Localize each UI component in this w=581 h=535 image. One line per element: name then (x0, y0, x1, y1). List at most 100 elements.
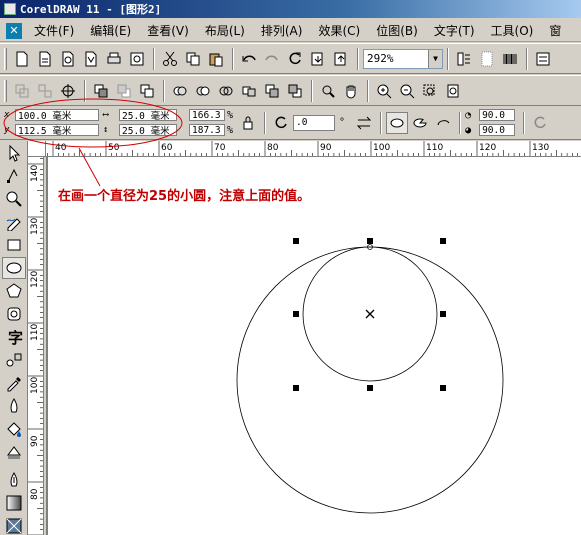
zoom-to-page-icon[interactable] (442, 80, 464, 102)
menu-layout[interactable]: 布局(L) (197, 22, 253, 39)
y-position-field[interactable]: 112.5 毫米 (15, 124, 99, 137)
menu-window[interactable]: 窗 (541, 22, 569, 39)
drawing-canvas[interactable]: 在画一个直径为25的小圆，注意上面的值。 (46, 157, 581, 535)
ellipse-tool-icon[interactable] (2, 257, 26, 279)
selection-handle-bottom[interactable] (367, 385, 373, 391)
open-icon[interactable] (57, 48, 79, 70)
pan-icon[interactable] (317, 80, 339, 102)
weld-icon[interactable] (169, 80, 191, 102)
ruler-corner[interactable] (28, 141, 46, 157)
interactive-blend-tool-icon[interactable] (2, 349, 26, 371)
interactive-fill-tool-icon[interactable] (2, 441, 26, 463)
mirror-icon[interactable] (353, 112, 375, 134)
intersect-icon[interactable] (215, 80, 237, 102)
print-preview-icon[interactable] (126, 48, 148, 70)
menu-arrange[interactable]: 排列(A) (253, 22, 311, 39)
zoom-to-selected-icon[interactable] (419, 80, 441, 102)
pattern-swatch-icon[interactable] (2, 515, 26, 535)
large-circle[interactable] (236, 246, 504, 514)
gradient-swatch-icon[interactable] (2, 492, 26, 514)
rectangle-tool-icon[interactable] (2, 234, 26, 256)
center-marker-icon[interactable] (365, 309, 375, 319)
zoom-out-icon[interactable] (396, 80, 418, 102)
scale-y-field[interactable]: 187.3 (189, 124, 225, 136)
export-icon[interactable] (330, 48, 352, 70)
redo-icon[interactable] (261, 48, 283, 70)
barcode-icon[interactable] (499, 48, 521, 70)
menu-bitmaps[interactable]: 位图(B) (368, 22, 426, 39)
import-icon[interactable] (307, 48, 329, 70)
selection-handle-bottom-right[interactable] (440, 385, 446, 391)
text-tool-icon[interactable]: 字 (2, 326, 26, 348)
application-launcher-icon[interactable] (453, 48, 475, 70)
menu-view[interactable]: 查看(V) (139, 22, 197, 39)
selection-handle-bottom-left[interactable] (293, 385, 299, 391)
menu-effects[interactable]: 效果(C) (310, 22, 368, 39)
vertical-ruler[interactable]: 140 130 120 110 100 90 80 (28, 157, 44, 535)
menu-tools[interactable]: 工具(O) (483, 22, 542, 39)
to-back-icon[interactable] (113, 80, 135, 102)
copy-icon[interactable] (182, 48, 204, 70)
end-angle-field[interactable]: 90.0 (479, 124, 516, 136)
selection-handle-left[interactable] (293, 311, 299, 317)
menu-edit[interactable]: 编辑(E) (82, 22, 139, 39)
lock-ratio-icon[interactable] (237, 112, 259, 134)
selection-handle-top-right[interactable] (440, 238, 446, 244)
menu-text[interactable]: 文字(T) (426, 22, 483, 39)
selection-handle-top-left[interactable] (293, 238, 299, 244)
toolbar-grip[interactable] (4, 47, 7, 70)
ruler-label: 40 (55, 143, 67, 153)
new-from-template-icon[interactable] (34, 48, 56, 70)
zoom-in-icon[interactable] (373, 80, 395, 102)
change-direction-icon[interactable] (529, 112, 551, 134)
scale-x-field[interactable]: 166.3 (189, 109, 225, 121)
zoom-level-select[interactable]: 292% ▼ (363, 48, 443, 69)
height-field[interactable]: 25.0 毫米 (119, 124, 177, 137)
toolbar-grip[interactable] (4, 79, 7, 102)
undo-icon[interactable] (238, 48, 260, 70)
chevron-down-icon[interactable]: ▼ (428, 49, 442, 68)
horizontal-ruler[interactable]: 40 50 60 70 80 90 100 110 120 130 (46, 141, 581, 157)
zoom-tool-icon[interactable] (2, 188, 26, 210)
options-icon[interactable] (532, 48, 554, 70)
start-angle-field[interactable]: 90.0 (479, 109, 516, 121)
ungroup-icon[interactable] (34, 80, 56, 102)
print-icon[interactable] (103, 48, 125, 70)
outline-tool-icon[interactable] (2, 395, 26, 417)
polygon-tool-icon[interactable] (2, 280, 26, 302)
front-minus-back-icon[interactable] (261, 80, 283, 102)
width-field[interactable]: 25.0 毫米 (119, 109, 177, 122)
arrange-toolbar (0, 75, 581, 106)
group-icon[interactable] (11, 80, 33, 102)
paste-icon[interactable] (205, 48, 227, 70)
simplify-icon[interactable] (238, 80, 260, 102)
new-icon[interactable] (11, 48, 33, 70)
fill-tool-icon[interactable] (2, 418, 26, 440)
pie-icon[interactable] (409, 112, 431, 134)
selection-handle-right[interactable] (440, 311, 446, 317)
x-position-field[interactable]: 100.0 毫米 (15, 109, 99, 122)
shape-tool-icon[interactable] (2, 165, 26, 187)
selection-handle-top[interactable] (367, 238, 373, 244)
pen-tool-icon[interactable] (2, 469, 26, 491)
cut-icon[interactable] (159, 48, 181, 70)
menu-file[interactable]: 文件(F) (26, 22, 82, 39)
arc-icon[interactable] (432, 112, 454, 134)
eyedropper-tool-icon[interactable] (2, 372, 26, 394)
refresh-icon[interactable] (284, 48, 306, 70)
basic-shapes-tool-icon[interactable] (2, 303, 26, 325)
ellipse-icon[interactable] (386, 111, 409, 134)
save-icon[interactable] (80, 48, 102, 70)
combine-icon[interactable] (136, 80, 158, 102)
freehand-tool-icon[interactable] (2, 211, 26, 233)
rotate-icon[interactable] (270, 112, 292, 134)
pick-tool-icon[interactable] (2, 142, 26, 164)
document-icon[interactable]: ✕ (6, 22, 22, 39)
corel-online-icon[interactable] (476, 48, 498, 70)
align-icon[interactable] (57, 80, 79, 102)
to-front-icon[interactable] (90, 80, 112, 102)
hand-icon[interactable] (340, 80, 362, 102)
trim-icon[interactable] (192, 80, 214, 102)
back-minus-front-icon[interactable] (284, 80, 306, 102)
rotation-field[interactable]: .0 (293, 114, 336, 131)
